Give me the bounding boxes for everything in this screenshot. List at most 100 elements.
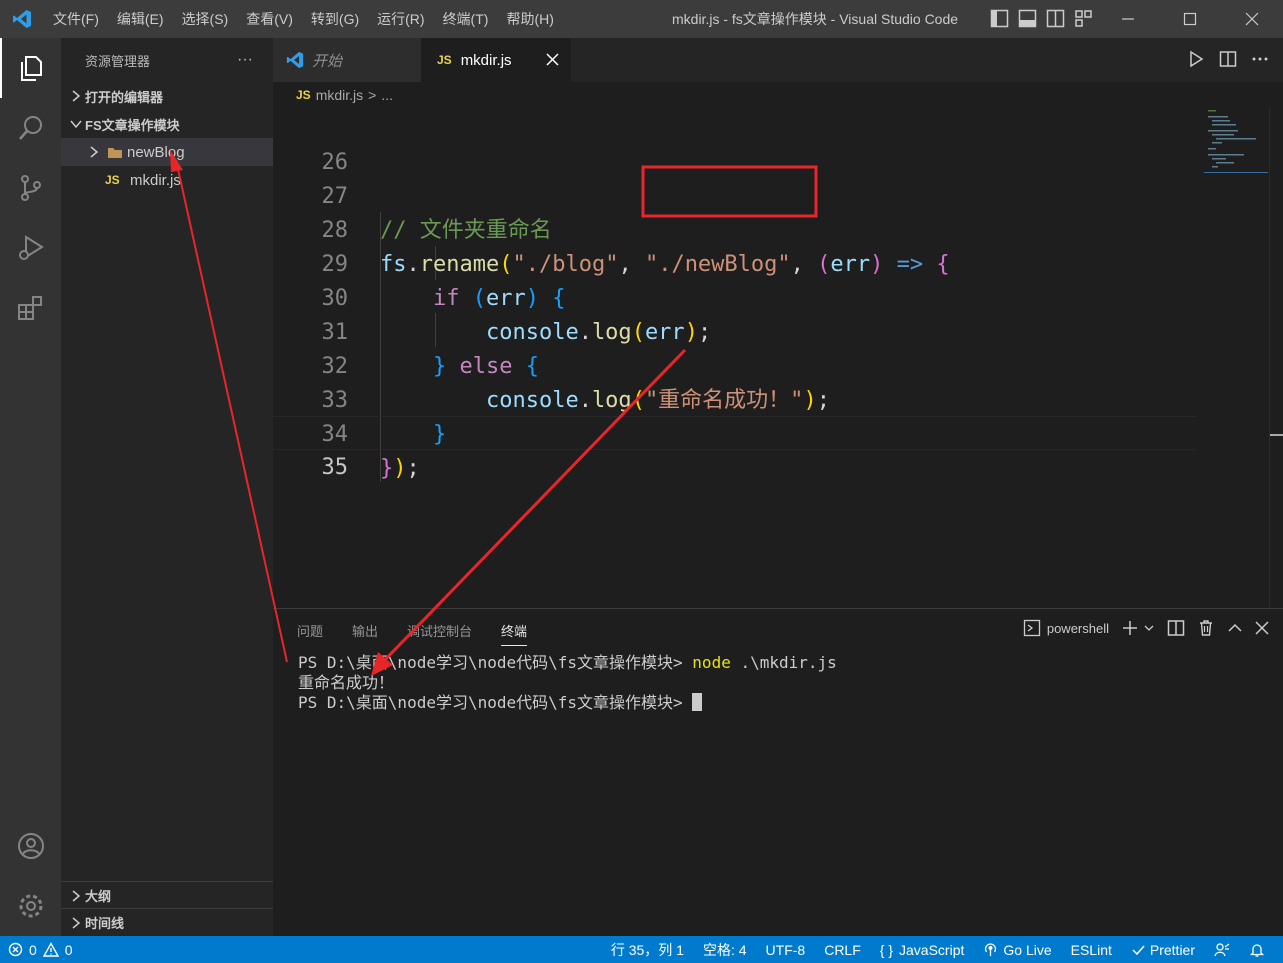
split-editor-icon[interactable]	[1219, 50, 1237, 73]
close-window-icon[interactable]	[1221, 0, 1283, 38]
title-bar: 文件(F) 编辑(E) 选择(S) 查看(V) 转到(G) 运行(R) 终端(T…	[0, 0, 1283, 38]
timeline-label: 时间线	[85, 916, 125, 931]
maximize-icon[interactable]	[1159, 0, 1221, 38]
terminal-output[interactable]: PS D:\桌面\node学习\node代码\fs文章操作模块> node .\…	[298, 653, 837, 713]
code-editor[interactable]: 26 27 // 文件夹重命名 28 fs.rename("./blog", "…	[273, 108, 1283, 608]
tab-label: mkdir.js	[460, 51, 512, 69]
warning-icon	[42, 942, 59, 957]
run-debug-icon[interactable]	[0, 218, 61, 278]
layout-controls	[990, 9, 1093, 28]
status-bar: 0 0 行 35，列 1 空格: 4 UTF-8 CRLF { } JavaSc…	[0, 936, 1283, 963]
editor-tabs: 开始 JS mkdir.js	[273, 38, 1283, 82]
menu-go[interactable]: 转到(G)	[302, 0, 368, 38]
braces-icon: { }	[879, 941, 894, 958]
menu-run[interactable]: 运行(R)	[368, 0, 433, 38]
outline-section[interactable]: 大纲	[61, 881, 273, 909]
menu-file[interactable]: 文件(F)	[44, 0, 108, 38]
new-terminal-icon[interactable]	[1121, 619, 1139, 637]
toggle-sidebar-icon[interactable]	[990, 9, 1009, 28]
terminal-prompt: PS D:\桌面\node学习\node代码\fs文章操作模块>	[298, 693, 693, 712]
timeline-section[interactable]: 时间线	[61, 908, 273, 936]
tab-problems[interactable]: 问题	[297, 621, 323, 646]
more-actions-icon[interactable]	[1251, 50, 1269, 73]
terminal-shell-icon	[1023, 619, 1041, 637]
error-icon	[8, 942, 23, 957]
menu-selection[interactable]: 选择(S)	[173, 0, 238, 38]
go-live-label: Go Live	[1003, 941, 1052, 958]
code-line: 32 console.log("重命名成功！");	[273, 316, 1196, 413]
extensions-icon[interactable]	[0, 278, 61, 338]
end-of-line[interactable]: CRLF	[824, 942, 861, 958]
close-panel-icon[interactable]	[1255, 621, 1269, 635]
eslint-status[interactable]: ESLint	[1071, 942, 1112, 958]
feedback-icon[interactable]	[1214, 942, 1230, 958]
encoding[interactable]: UTF-8	[766, 942, 806, 958]
open-editors-label: 打开的编辑器	[85, 89, 164, 105]
maximize-panel-icon[interactable]	[1227, 620, 1243, 636]
tab-terminal[interactable]: 终端	[501, 621, 528, 646]
editor-scrollbar[interactable]	[1269, 108, 1283, 608]
breadcrumb-symbol[interactable]: ...	[381, 87, 393, 103]
settings-gear-icon[interactable]	[0, 876, 61, 936]
explorer-header: 资源管理器 ···	[61, 38, 273, 82]
toggle-secondary-sidebar-icon[interactable]	[1046, 9, 1065, 28]
tab-output[interactable]: 输出	[352, 621, 378, 646]
chevron-right-icon	[67, 889, 85, 902]
tree-item-newblog[interactable]: newBlog	[61, 138, 273, 166]
menu-edit[interactable]: 编辑(E)	[108, 0, 173, 38]
tree-item-mkdir-js[interactable]: JS mkdir.js	[61, 166, 273, 194]
bottom-panel: 问题 输出 调试控制台 终端 powershell PS D:\桌面\node学…	[273, 608, 1283, 936]
breadcrumb-file[interactable]: mkdir.js	[316, 87, 363, 103]
terminal-command: node	[692, 653, 731, 672]
problems-status[interactable]: 0 0	[8, 942, 73, 958]
indentation[interactable]: 空格: 4	[703, 940, 747, 960]
run-file-icon[interactable]	[1187, 50, 1205, 73]
tab-debug-console[interactable]: 调试控制台	[407, 621, 472, 646]
code-line: 33 }	[273, 350, 1196, 447]
tab-welcome[interactable]: 开始	[273, 38, 421, 82]
explorer-more-icon[interactable]: ···	[237, 51, 253, 69]
tab-label: 开始	[312, 52, 343, 70]
search-icon[interactable]	[0, 98, 61, 158]
javascript-file-icon: JS	[437, 53, 452, 67]
cursor-position[interactable]: 行 35，列 1	[611, 940, 684, 960]
chevron-down-icon[interactable]	[1143, 622, 1155, 634]
tree-item-label: mkdir.js	[130, 171, 181, 189]
split-terminal-icon[interactable]	[1167, 619, 1185, 637]
minimize-icon[interactable]	[1097, 0, 1159, 38]
account-icon[interactable]	[0, 816, 61, 876]
explorer-icon[interactable]	[0, 38, 61, 98]
source-control-icon[interactable]	[0, 158, 61, 218]
close-tab-icon[interactable]	[546, 53, 559, 70]
minimap[interactable]	[1204, 108, 1268, 178]
explorer-sidebar: 资源管理器 ··· 打开的编辑器 FS文章操作模块 newBlog JS mkd…	[61, 38, 273, 936]
language-mode[interactable]: { } JavaScript	[880, 942, 965, 958]
menu-view[interactable]: 查看(V)	[237, 0, 302, 38]
workspace-folder-label: FS文章操作模块	[85, 117, 180, 133]
folder-icon	[103, 146, 127, 159]
menu-terminal[interactable]: 终端(T)	[434, 0, 498, 38]
notifications-bell-icon[interactable]	[1249, 942, 1265, 958]
go-live-button[interactable]: Go Live	[983, 941, 1052, 958]
toggle-panel-icon[interactable]	[1018, 9, 1037, 28]
window-controls	[1097, 0, 1283, 38]
chevron-right-icon	[67, 90, 85, 102]
menu-help[interactable]: 帮助(H)	[497, 0, 562, 38]
code-line: 30 console.log(err);	[273, 248, 1196, 345]
line-number: 35	[321, 455, 349, 480]
breadcrumb: JS mkdir.js > ...	[273, 82, 1283, 108]
prettier-status[interactable]: Prettier	[1131, 942, 1195, 958]
code-line: 27 // 文件夹重命名	[273, 146, 1196, 243]
workspace-folder-section[interactable]: FS文章操作模块	[61, 110, 273, 138]
trash-icon[interactable]	[1197, 619, 1215, 637]
javascript-file-icon: JS	[105, 173, 120, 187]
customize-layout-icon[interactable]	[1074, 9, 1093, 28]
explorer-title: 资源管理器	[85, 53, 151, 69]
outline-label: 大纲	[85, 889, 112, 904]
code-line: 34 });	[273, 384, 1196, 481]
terminal-shell-name[interactable]: powershell	[1047, 621, 1109, 636]
code-line: 28 fs.rename("./blog", "./newBlog", (err…	[273, 180, 1196, 277]
tab-mkdir-js[interactable]: JS mkdir.js	[421, 38, 571, 82]
terminal-line: PS D:\桌面\node学习\node代码\fs文章操作模块> node .\…	[298, 653, 837, 673]
open-editors-section[interactable]: 打开的编辑器	[61, 82, 273, 110]
